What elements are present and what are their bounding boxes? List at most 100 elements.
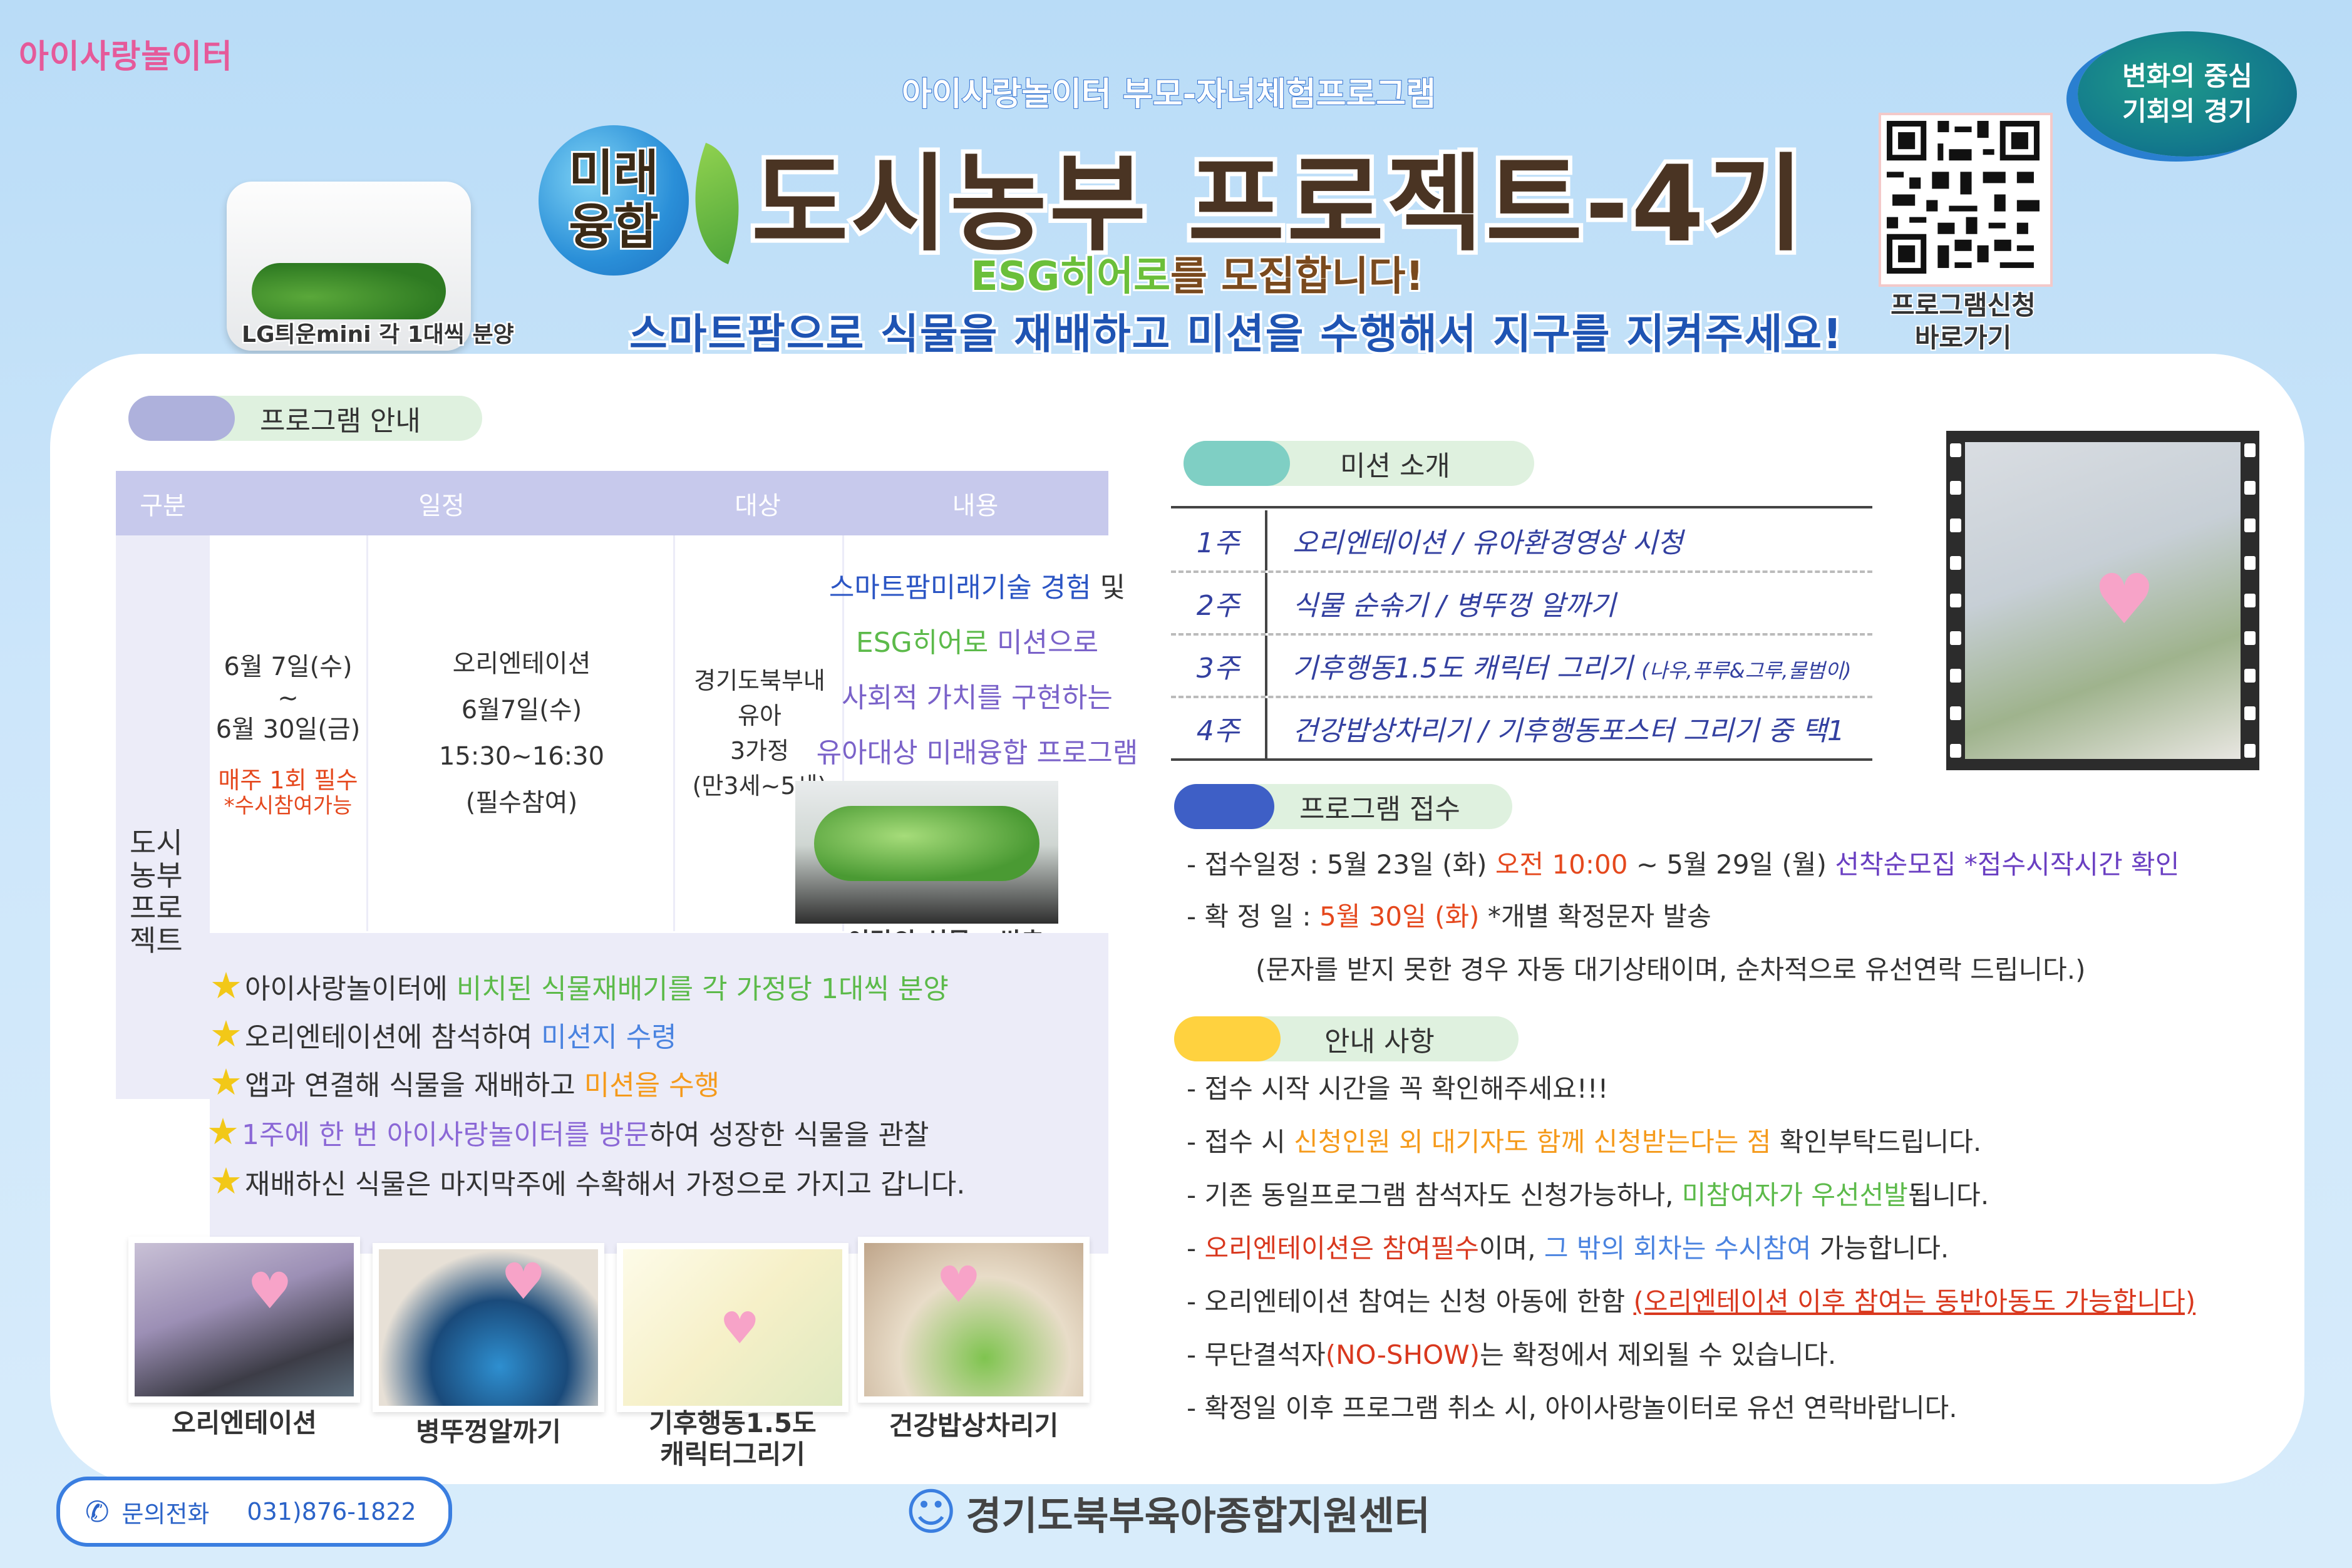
- note-3-highlight: 미션을 수행: [584, 1070, 720, 1101]
- qr-apply-link[interactable]: 프로그램신청 바로가기: [1854, 289, 2073, 354]
- notice-4e: 그 밖의 회차는 수시참여: [1544, 1233, 1812, 1264]
- content-line3: 사회적 가치를 구현하는: [842, 682, 1113, 714]
- note-1-highlight: 비치된 식물재배기를 각 가정당 1대씩 분양: [456, 973, 949, 1005]
- target-line1: 경기도북부내: [694, 667, 825, 694]
- slogan: 스마트팜으로 식물을 재배하고 미션을 수행해서 지구를 지켜주세요!: [627, 307, 1844, 361]
- note-5-text: 재배하신 식물은 마지막주에 수확해서 가정으로 가지고 갑니다.: [245, 1168, 966, 1200]
- table-header-category: 구분: [116, 471, 210, 535]
- apply-label: 프로그램 접수: [1299, 793, 1460, 825]
- schedule-note: *수시참여가능: [224, 793, 353, 818]
- notice-3b: 미참여자가 우선선발: [1681, 1180, 1908, 1210]
- notice-section-label: 안내 사항: [1174, 1016, 1519, 1061]
- target-line2: 유아: [738, 702, 781, 730]
- gyeonggi-slogan-badge: 변화의 중심 기회의 경기: [2078, 31, 2297, 157]
- schedule-dates-cell: 6월 7일(수) ~ 6월 30일(금) 매주 1회 필수 *수시참여가능: [210, 535, 366, 931]
- category-cell: 도시농부프로젝트: [116, 535, 210, 1099]
- apply-period-end: ~ 5월 29일 (월): [1627, 849, 1835, 880]
- phone-number: 031)876-1822: [247, 1498, 416, 1525]
- apply-period-time: 오전 10:00: [1495, 849, 1628, 880]
- notice-3: - 기존 동일프로그램 참석자도 신청가능하나, 미참여자가 우선선발됩니다.: [1187, 1174, 1989, 1212]
- recruit-headline: ESG히어로를 모집합니다!: [969, 244, 1426, 302]
- apply-confirm: - 확 정 일 : 5월 30일 (화) *개별 확정문자 발송: [1187, 895, 1711, 934]
- note-5: ★재배하신 식물은 마지막주에 수확해서 가정으로 가지고 갑니다.: [210, 1160, 965, 1202]
- caption-orientation: 오리엔테이션: [172, 1408, 317, 1438]
- heart-icon: ♥: [2093, 559, 2155, 639]
- mission-desc-small: (나우,푸루&그루,물범이): [1641, 659, 1852, 683]
- notice-2: - 접수 시 신청인원 외 대기자도 함께 신청받는다는 점 확인부탁드립니다.: [1187, 1121, 1981, 1159]
- photo-bottlecap: [373, 1243, 604, 1412]
- heart-icon: ♥: [936, 1256, 981, 1314]
- heart-icon: ♥: [501, 1252, 546, 1311]
- notice-5b: (오리엔테이션 이후 참여는 동반아동도 가능합니다): [1633, 1286, 2196, 1317]
- content-line2: ESG히어로 미션으로: [856, 616, 1098, 671]
- section-dot: [1184, 441, 1290, 486]
- note-2-text: 오리엔테이션에 참석하여: [245, 1021, 542, 1053]
- caption-bottlecap: 병뚜껑알까기: [416, 1416, 561, 1447]
- mission-photo-filmstrip: ♥: [1946, 431, 2259, 770]
- mission-desc: 기후행동1.5도 캐릭터 그리기 (나우,푸루&그루,물범이): [1267, 646, 1851, 686]
- notice-6b: (NO-SHOW): [1325, 1339, 1480, 1370]
- notice-6a: - 무단결석자: [1187, 1339, 1326, 1370]
- esg-hero-word: ESG히어로: [969, 252, 1172, 302]
- mission-top-rule: [1171, 506, 1872, 508]
- schedule-tilde: ~: [277, 684, 299, 713]
- mission-week: 4주: [1171, 698, 1267, 758]
- caption-meal: 건강밥상차리기: [889, 1410, 1059, 1441]
- notice-7: - 확정일 이후 프로그램 취소 시, 아이사랑놀이터로 유선 연락바랍니다.: [1187, 1393, 1957, 1423]
- mission-desc: 오리엔테이션 / 유아환경영상 시청: [1292, 527, 1683, 559]
- orientation-line1: 오리엔테이션: [452, 649, 591, 678]
- table-header-target: 대상: [673, 471, 842, 535]
- qr-code-icon: [1881, 115, 2045, 279]
- mission-row-3: 3주 기후행동1.5도 캐릭터 그리기 (나우,푸루&그루,물범이): [1171, 636, 1872, 698]
- contact-phone[interactable]: ✆ 문의전화 031)876-1822: [56, 1477, 452, 1547]
- notice-4f: 가능합니다.: [1811, 1233, 1949, 1264]
- target-line3: 3가정: [730, 737, 790, 765]
- program-subtitle: 아이사랑놀이터 부모-자녀체험프로그램: [901, 75, 1436, 114]
- note-2-highlight: 미션지 수령: [541, 1021, 677, 1053]
- mission-desc-main: 기후행동1.5도 캐릭터 그리기: [1292, 652, 1642, 684]
- org-logo-icon: ☺: [905, 1483, 957, 1541]
- orientation-line3: 15:30~16:30: [438, 742, 605, 771]
- orientation-cell: 오리엔테이션 6월7일(수) 15:30~16:30 (필수참여): [366, 535, 675, 931]
- orientation-line4: (필수참여): [465, 788, 578, 817]
- phone-icon: ✆: [85, 1495, 110, 1529]
- star-icon: ★: [210, 1160, 242, 1202]
- qr-code[interactable]: [1879, 113, 2053, 287]
- mission-row-1: 1주 오리엔테이션 / 유아환경영상 시청: [1171, 510, 1872, 573]
- mission-week: 1주: [1171, 510, 1267, 570]
- heart-icon: ♥: [247, 1262, 292, 1320]
- mission-row-4: 4주 건강밥상차리기 / 기후행동포스터 그리기 중 택1: [1171, 698, 1872, 761]
- orientation-line2: 6월7일(수): [461, 696, 582, 725]
- star-icon: ★: [207, 1110, 239, 1153]
- note-4: ★1주에 한 번 아이사랑놀이터를 방문하여 성장한 식물을 관찰: [207, 1110, 929, 1153]
- category-text: 도시농부프로젝트: [130, 826, 183, 957]
- notice-label: 안내 사항: [1324, 1026, 1435, 1058]
- program-info-section-label: 프로그램 안내: [128, 396, 482, 441]
- brand-logo: 아이사랑놀이터: [19, 30, 233, 77]
- apply-period-note: 선착순모집 *접수시작시간 확인: [1835, 849, 2180, 880]
- org-name: 경기도북부육아종합지원센터: [966, 1492, 1430, 1539]
- future-fusion-badge: 미래 융합: [539, 125, 689, 276]
- schedule-start: 6월 7일(수): [224, 652, 353, 681]
- notice-1: - 접수 시작 시간을 꼭 확인해주세요!!!: [1187, 1073, 1609, 1104]
- section-dot: [1174, 1016, 1281, 1061]
- qr-label-line1: 프로그램신청: [1889, 289, 2037, 322]
- table-header-content: 내용: [842, 471, 1108, 535]
- table-header-schedule: 일정: [210, 471, 673, 535]
- apply-confirm-extra: (문자를 받지 못한 경우 자동 대기상태이며, 순차적으로 유선연락 드립니다…: [1256, 954, 2086, 985]
- caption-climate-line1: 기후행동1.5도: [649, 1408, 817, 1438]
- mission-week: 2주: [1171, 573, 1267, 633]
- content-line2a: ESG히어로: [855, 627, 989, 659]
- content-line1a: 스마트팜미래기술 경험: [828, 572, 1091, 604]
- notice-2a: - 접수 시: [1187, 1127, 1294, 1157]
- apply-section-label: 프로그램 접수: [1174, 784, 1512, 829]
- note-3: ★앱과 연결해 식물을 재배하고 미션을 수행: [210, 1061, 720, 1103]
- notice-6c: 는 확정에서 제외될 수 있습니다.: [1480, 1339, 1837, 1370]
- lettuce-photo: [795, 781, 1058, 924]
- program-info-label: 프로그램 안내: [260, 405, 421, 437]
- notice-3c: 됩니다.: [1907, 1180, 1989, 1210]
- content-line1b: 및: [1091, 572, 1126, 604]
- schedule-must: 매주 1회 필수: [218, 766, 358, 794]
- badge-line2: 기회의 경기: [2122, 96, 2252, 126]
- lettuce-leaves: [814, 806, 1039, 881]
